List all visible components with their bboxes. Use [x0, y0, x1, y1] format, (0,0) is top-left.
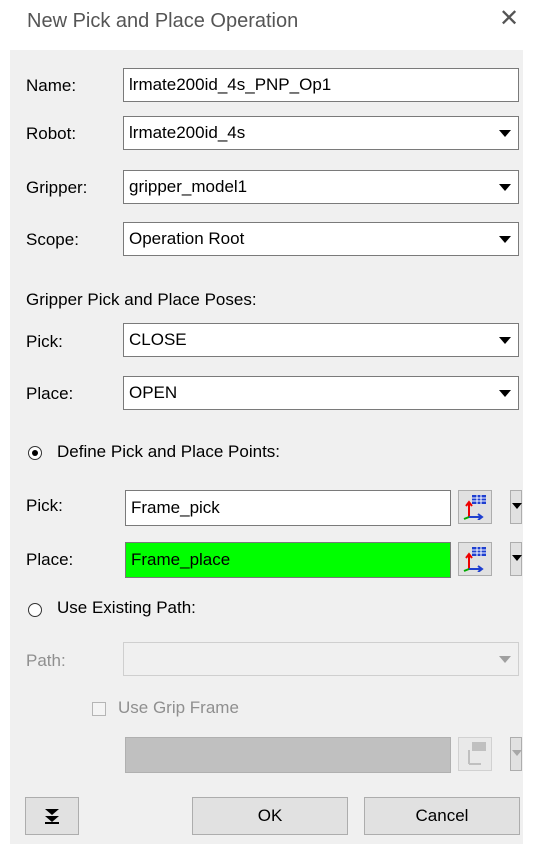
grip-frame-dropdown[interactable]	[510, 737, 522, 771]
path-select[interactable]	[123, 642, 519, 676]
grip-frame-input[interactable]	[125, 737, 451, 773]
pose-place-value: OPEN	[129, 383, 178, 402]
define-points-label[interactable]: Define Pick and Place Points:	[57, 442, 280, 462]
pick-frame-input[interactable]: Frame_pick	[125, 490, 451, 526]
point-place-label: Place:	[26, 550, 74, 569]
gripper-select[interactable]: gripper_model1	[123, 170, 519, 204]
gripper-select-value: gripper_model1	[129, 177, 248, 196]
use-path-label[interactable]: Use Existing Path:	[57, 598, 196, 618]
robot-select-value: lrmate200id_4s	[129, 123, 246, 142]
frame-select-icon	[463, 495, 486, 520]
expand-button[interactable]	[25, 797, 79, 835]
use-path-radio[interactable]	[28, 603, 42, 617]
chevron-down-icon[interactable]	[493, 644, 517, 674]
define-points-radio[interactable]	[28, 446, 42, 460]
point-pick-label: Pick:	[26, 496, 63, 515]
pose-pick-label: Pick:	[26, 332, 63, 351]
place-frame-button[interactable]	[458, 542, 492, 576]
path-label: Path:	[26, 651, 66, 670]
gripper-poses-heading: Gripper Pick and Place Poses:	[26, 290, 257, 309]
name-input[interactable]: lrmate200id_4s_PNP_Op1	[123, 68, 519, 102]
dialog-title: New Pick and Place Operation	[27, 10, 299, 32]
pose-place-label: Place:	[26, 384, 74, 403]
frame-select-icon	[468, 742, 486, 765]
ok-button[interactable]: OK	[192, 797, 348, 835]
grip-frame-button[interactable]	[458, 737, 492, 771]
pose-pick-value: CLOSE	[129, 330, 187, 349]
cancel-button[interactable]: Cancel	[364, 797, 520, 835]
pose-pick-select[interactable]: CLOSE	[123, 323, 519, 357]
robot-select[interactable]: lrmate200id_4s	[123, 116, 519, 150]
robot-label: Robot:	[26, 124, 77, 143]
chevron-down-icon[interactable]	[493, 378, 517, 408]
grip-frame-label[interactable]: Use Grip Frame	[118, 698, 239, 718]
pick-frame-dropdown[interactable]	[510, 490, 522, 524]
chevron-down-icon[interactable]	[493, 224, 517, 254]
gripper-label: Gripper:	[26, 178, 88, 197]
place-frame-dropdown[interactable]	[510, 542, 522, 576]
scope-label: Scope:	[26, 230, 79, 249]
place-frame-input[interactable]: Frame_place	[125, 542, 451, 578]
pose-place-select[interactable]: OPEN	[123, 376, 519, 410]
scope-select[interactable]: Operation Root	[123, 222, 519, 256]
grip-frame-checkbox[interactable]	[92, 702, 106, 716]
close-icon[interactable]: ✕	[496, 6, 522, 32]
name-label: Name:	[26, 76, 77, 95]
frame-select-icon	[463, 547, 486, 572]
chevron-down-icon[interactable]	[493, 325, 517, 355]
pick-frame-button[interactable]	[458, 490, 492, 524]
chevron-down-icon[interactable]	[493, 118, 517, 148]
scope-select-value: Operation Root	[129, 229, 245, 248]
chevron-down-icon[interactable]	[493, 172, 517, 202]
double-chevron-down-icon	[45, 809, 59, 824]
